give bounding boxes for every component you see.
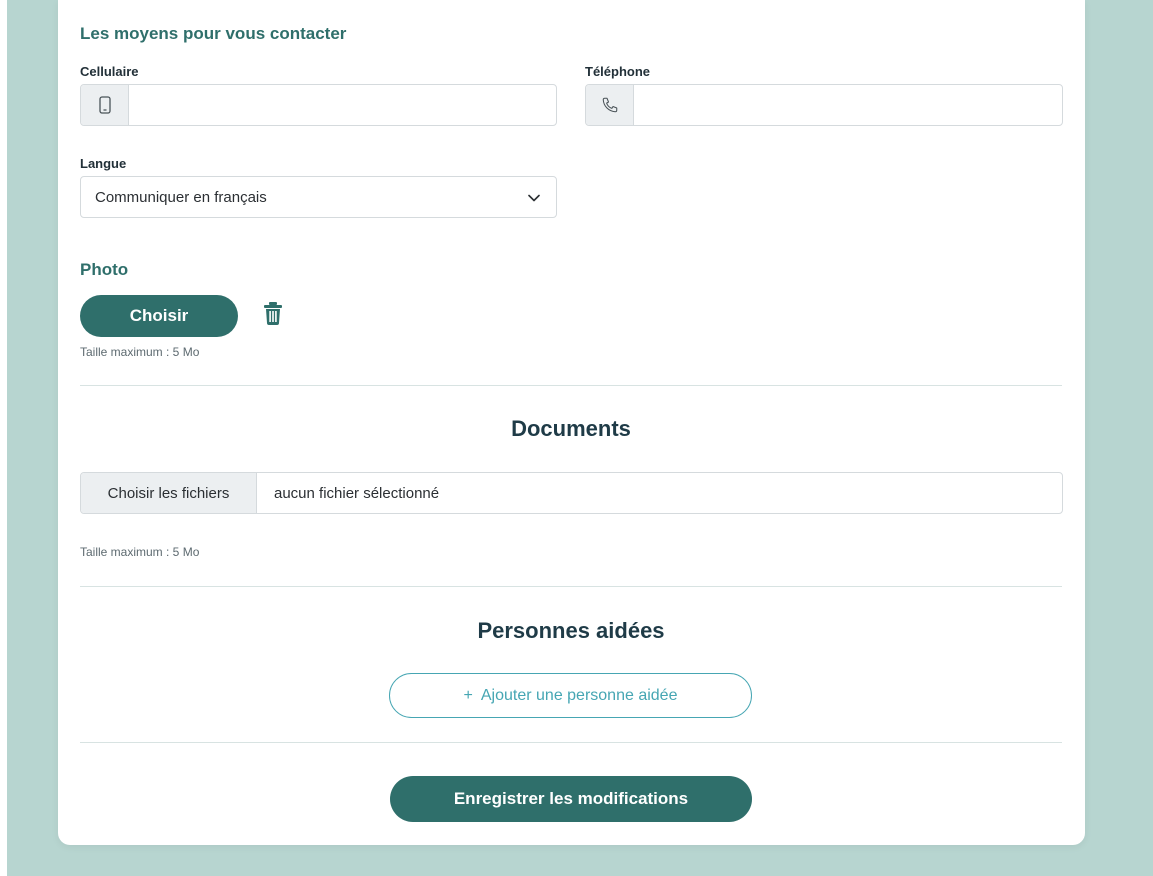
save-changes-button[interactable]: Enregistrer les modifications [390, 776, 752, 822]
add-helped-person-button[interactable]: + Ajouter une personne aidée [389, 673, 752, 718]
documents-max-size-hint: Taille maximum : 5 Mo [80, 545, 200, 559]
add-helped-person-label: Ajouter une personne aidée [480, 686, 678, 704]
documents-file-input[interactable]: Choisir les fichiers aucun fichier sélec… [80, 472, 1063, 514]
choose-files-button[interactable]: Choisir les fichiers [81, 473, 257, 513]
photo-max-size-hint: Taille maximum : 5 Mo [80, 345, 200, 359]
contact-section-title: Les moyens pour vous contacter [80, 24, 347, 43]
documents-heading: Documents [511, 416, 631, 441]
cell-input[interactable] [129, 85, 556, 125]
section-divider [80, 385, 1062, 386]
file-status-text: aucun fichier sélectionné [274, 484, 440, 502]
section-divider [80, 586, 1062, 587]
choose-photo-button[interactable]: Choisir [80, 295, 238, 337]
language-selected-value: Communiquer en français [95, 188, 267, 206]
chevron-down-icon [528, 189, 540, 206]
cell-field-group [80, 84, 557, 126]
plus-icon: + [463, 686, 473, 704]
cell-label: Cellulaire [80, 64, 139, 79]
telephone-icon [586, 85, 634, 125]
phone-label: Téléphone [585, 64, 651, 79]
section-divider [80, 742, 1062, 743]
language-label: Langue [80, 156, 127, 171]
mobile-phone-icon [81, 85, 129, 125]
language-select[interactable]: Communiquer en français [80, 176, 557, 218]
helped-persons-heading: Personnes aidées [477, 618, 665, 643]
phone-field-group [585, 84, 1063, 126]
phone-input[interactable] [634, 85, 1062, 125]
trash-icon[interactable] [262, 301, 284, 325]
photo-section-title: Photo [80, 260, 129, 279]
